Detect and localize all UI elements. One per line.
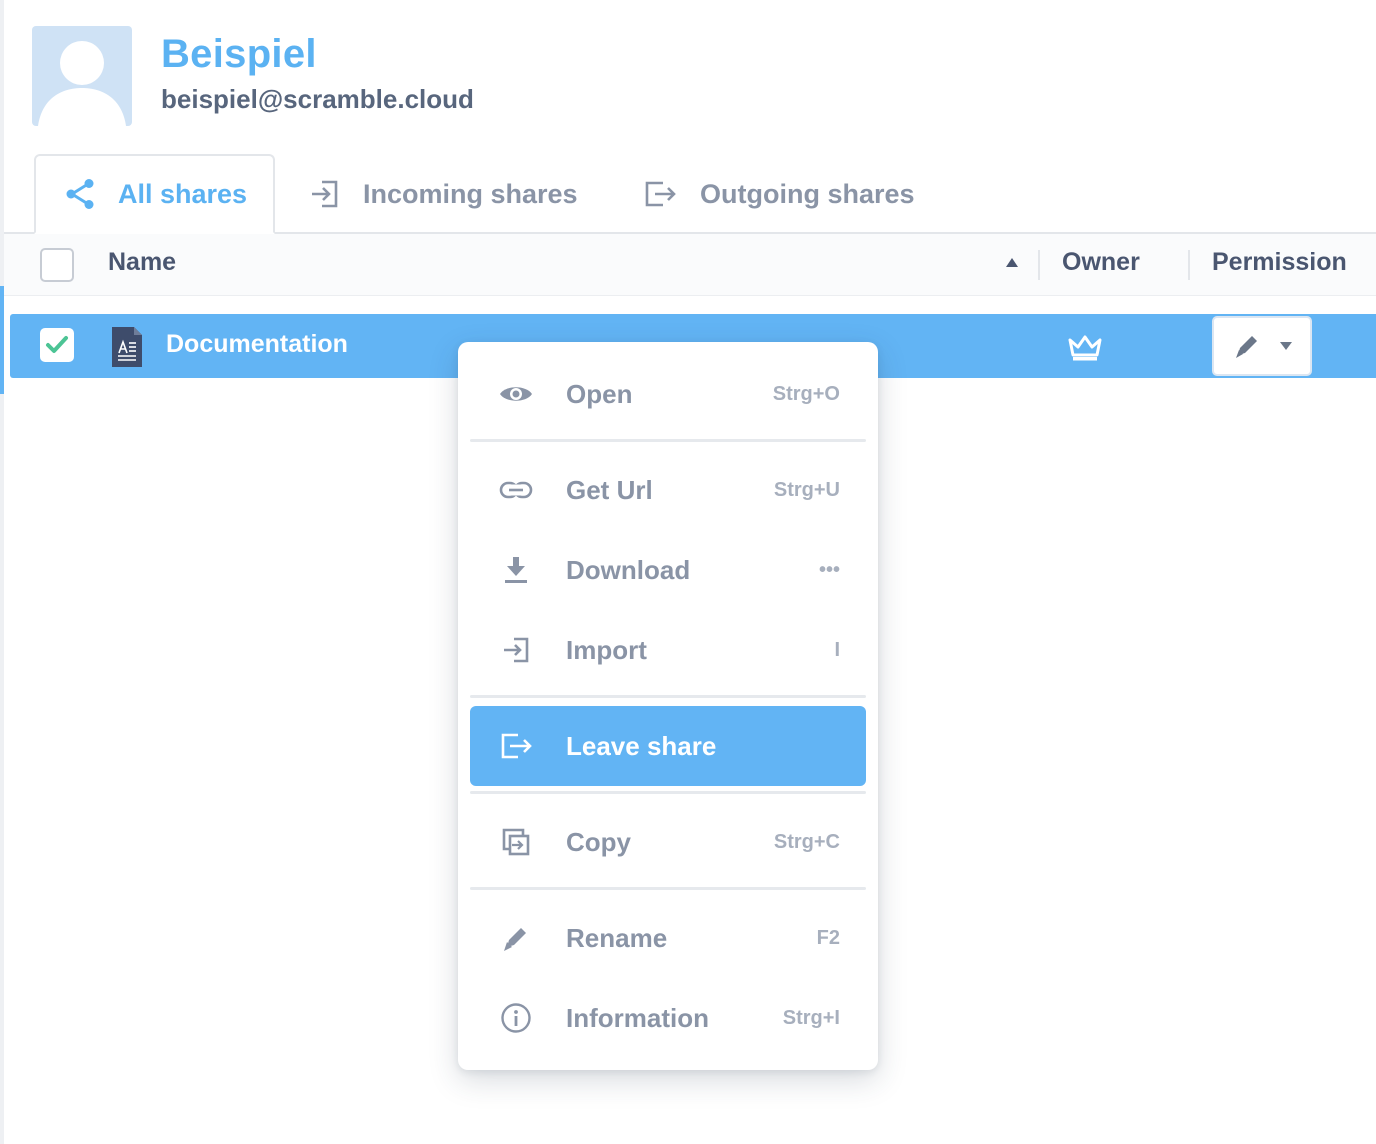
menu-divider — [470, 887, 866, 890]
menu-item-information[interactable]: Information Strg+I — [470, 978, 866, 1058]
profile-name: Beispiel — [161, 32, 317, 76]
column-separator — [1038, 250, 1040, 280]
menu-item-label: Rename — [566, 922, 668, 953]
left-rail — [0, 0, 4, 1144]
select-all-checkbox[interactable] — [40, 248, 74, 282]
menu-item-label: Import — [566, 634, 647, 665]
row-checkbox[interactable] — [40, 328, 74, 362]
menu-item-shortcut: I — [834, 638, 840, 661]
menu-item-rename[interactable]: Rename F2 — [470, 898, 866, 978]
tab-incoming-shares[interactable]: Incoming shares — [306, 154, 578, 234]
column-header-owner[interactable]: Owner — [1062, 248, 1140, 277]
menu-item-shortcut: Strg+U — [773, 478, 840, 501]
tab-outgoing-shares-label: Outgoing shares — [700, 178, 915, 209]
column-header-name[interactable]: Name — [108, 248, 176, 277]
share-icon — [62, 176, 98, 212]
link-icon — [498, 472, 534, 508]
menu-item-import[interactable]: Import I — [470, 610, 866, 690]
menu-divider — [470, 695, 866, 698]
menu-divider — [470, 439, 866, 442]
crown-icon — [1068, 334, 1102, 362]
menu-item-open[interactable]: Open Strg+O — [470, 354, 866, 434]
menu-divider — [470, 791, 866, 794]
sort-ascending-icon[interactable] — [1006, 258, 1018, 267]
info-icon — [498, 1000, 534, 1036]
tab-outgoing-shares[interactable]: Outgoing shares — [642, 154, 915, 234]
import-icon — [498, 632, 534, 668]
table-header — [4, 234, 1376, 296]
menu-item-shortcut: F2 — [816, 926, 840, 949]
menu-item-copy[interactable]: Copy Strg+C — [470, 802, 866, 882]
pencil-icon — [1236, 336, 1257, 358]
menu-item-label: Get Url — [566, 474, 653, 505]
context-menu: Open Strg+O Get Url Strg+U Download ••• — [458, 342, 878, 1070]
more-options-icon[interactable]: ••• — [819, 559, 840, 582]
copy-icon — [498, 824, 534, 860]
column-header-permission[interactable]: Permission — [1212, 248, 1347, 277]
left-rail-accent — [0, 286, 4, 394]
menu-item-get-url[interactable]: Get Url Strg+U — [470, 450, 866, 530]
checkmark-icon — [46, 336, 68, 353]
menu-item-shortcut: Strg+O — [772, 382, 840, 405]
profile-email: beispiel@scramble.cloud — [161, 84, 474, 114]
menu-item-shortcut: Strg+I — [782, 1006, 840, 1029]
avatar — [32, 26, 132, 126]
menu-item-shortcut: Strg+C — [773, 830, 840, 853]
menu-item-label: Download — [566, 554, 691, 585]
menu-item-download[interactable]: Download ••• — [470, 530, 866, 610]
column-separator — [1188, 250, 1190, 280]
chevron-down-icon — [1280, 342, 1292, 350]
incoming-icon — [306, 176, 342, 212]
menu-item-leave-share[interactable]: Leave share — [470, 706, 866, 786]
menu-item-label: Leave share — [566, 730, 717, 761]
menu-item-label: Copy — [566, 826, 631, 857]
tab-all-shares-label: All shares — [118, 178, 248, 209]
row-name[interactable]: Documentation — [166, 330, 348, 359]
eye-icon — [498, 376, 534, 412]
download-icon — [498, 552, 534, 588]
outgoing-icon — [642, 176, 678, 212]
pencil-icon — [498, 920, 534, 956]
permission-dropdown[interactable] — [1212, 316, 1312, 376]
user-silhouette-icon — [38, 41, 126, 126]
document-icon — [110, 327, 144, 367]
tab-incoming-shares-label: Incoming shares — [363, 178, 578, 209]
leave-icon — [498, 728, 534, 764]
menu-item-label: Open — [566, 378, 633, 409]
menu-item-label: Information — [566, 1002, 709, 1033]
tab-all-shares[interactable]: All shares — [34, 154, 275, 234]
